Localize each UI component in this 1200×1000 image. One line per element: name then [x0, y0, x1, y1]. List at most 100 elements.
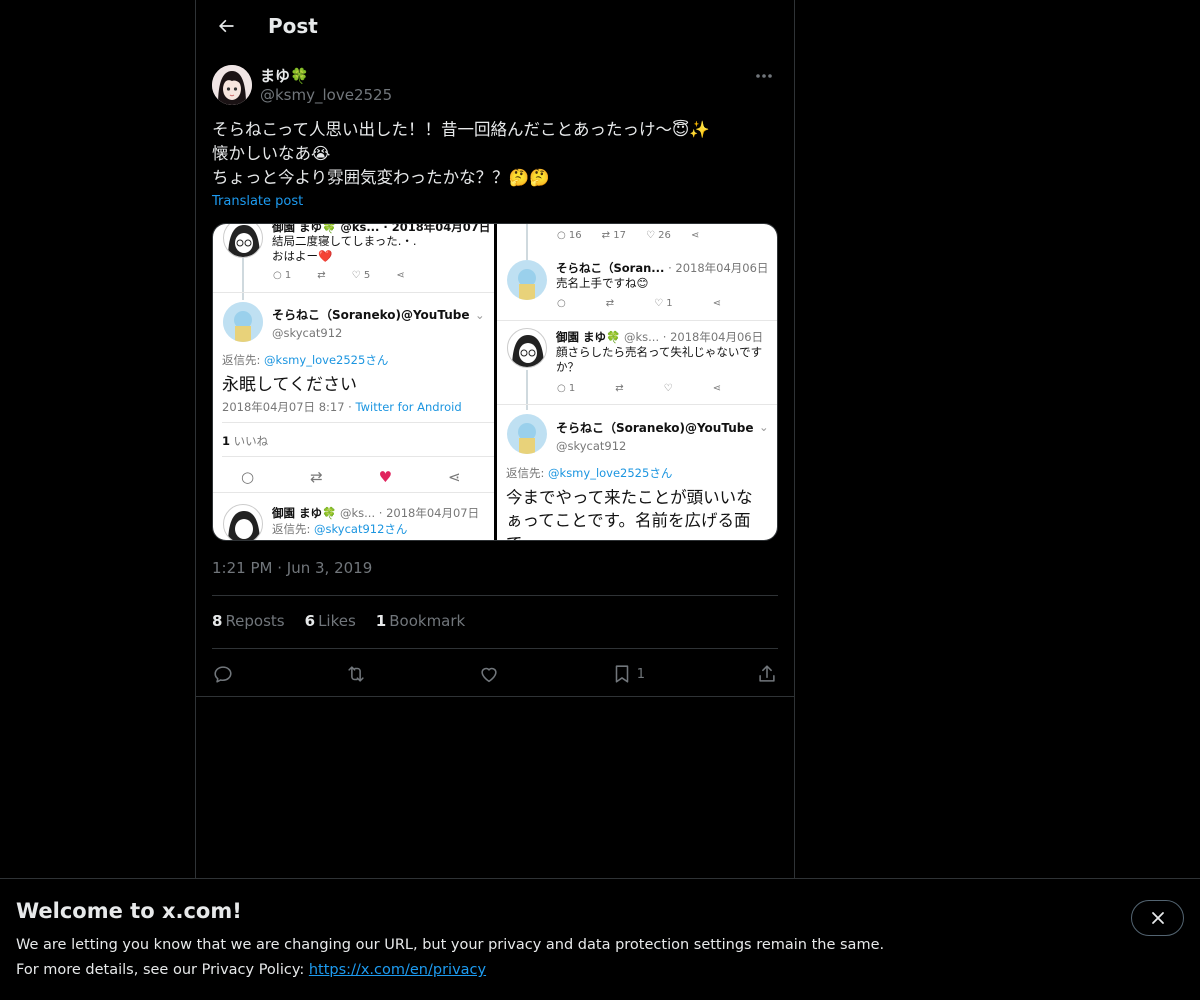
media-image-right[interactable]: ○ 16 ⇄ 17 ♡ 26 ⋖ そらねこ（Soran... · 2018年04… [497, 224, 777, 540]
tweet-text: 売名上手ですね😊 [556, 276, 649, 290]
share-button[interactable] [756, 663, 778, 685]
tweet-actions: ○ ⇄ ♡ 1 ⋖ [557, 298, 721, 309]
tweet-actions: ○ ⇄ ♥ ⋖ [241, 468, 461, 486]
repost-icon: ⇄ [317, 270, 326, 281]
back-button[interactable] [208, 8, 244, 44]
repost-icon: ⇄ 17 [601, 230, 626, 241]
chevron-down-icon: ⌄ [759, 420, 769, 434]
bookmarks-stat[interactable]: 1 Bookmark [376, 612, 465, 630]
mini-avatar [223, 504, 263, 540]
tweet-text: おはよー❤️ [272, 249, 333, 263]
repost-icon [348, 666, 364, 682]
divider [212, 648, 778, 649]
share-icon: ⋖ [448, 468, 461, 486]
arrow-left-icon [219, 19, 234, 33]
reply-to: 返信先: @skycat912さん [272, 522, 408, 536]
media-image-left[interactable]: 御園 まゆ🍀 @ks... · 2018年04月07日 結局二度寝してしまった.… [213, 224, 494, 540]
tweet-text: か？ [556, 360, 579, 374]
divider [497, 404, 777, 405]
divider [222, 456, 494, 457]
like-icon: ♡ [663, 383, 673, 394]
mini-avatar [507, 414, 547, 454]
welcome-banner: Welcome to x.com! We are letting you kno… [0, 878, 1200, 1000]
like-icon: ♡ 26 [645, 230, 671, 241]
reply-icon: ○ 1 [557, 383, 576, 394]
post-text-line: ちょっと今より雰囲気変わったかな？？🤔🤔 [212, 168, 550, 187]
tweet-handle: @skycat912 [556, 439, 627, 453]
reply-icon [214, 666, 232, 683]
reply-icon: ○ 1 [273, 270, 292, 281]
bookmark-icon [615, 665, 629, 683]
tweet-header: 御園 まゆ🍀 @ks... · 2018年04月06日 [556, 330, 764, 344]
bookmark-button[interactable]: 1 [611, 663, 645, 685]
share-icon: ⋖ [712, 298, 722, 309]
thread-line [526, 224, 528, 260]
tweet-date: 2018年04月07日 8:17 · Twitter for Android [222, 400, 462, 414]
privacy-policy-link[interactable]: https://x.com/en/privacy [309, 962, 486, 978]
tweet-main-text: 今までやって来たことが頭いいな [506, 488, 753, 507]
page-title: Post [268, 14, 318, 38]
avatar[interactable] [212, 65, 252, 105]
share-icon: ⋖ [396, 270, 405, 281]
like-icon: ♥ [378, 468, 393, 486]
post-media: 御園 まゆ🍀 @ks... · 2018年04月07日 結局二度寝してしまった.… [212, 223, 778, 541]
tweet-main-text: ぁってことです。名前を広げる面 [506, 511, 751, 530]
divider [213, 292, 494, 293]
like-icon [481, 667, 497, 683]
mini-avatar [507, 328, 547, 368]
tweet-main-text: 永眠してください [222, 375, 357, 395]
post-text-line: 懐かしいなあ😭 [212, 144, 331, 163]
author-handle[interactable]: @ksmy_love2525 [260, 86, 392, 104]
translate-post-link[interactable]: Translate post [212, 194, 303, 209]
share-icon [759, 665, 775, 682]
likes-stat[interactable]: 6 Likes [305, 612, 356, 630]
like-icon: ♡ 5 [351, 270, 371, 281]
reposts-stat[interactable]: 8 Reposts [212, 612, 285, 630]
close-banner-button[interactable] [1131, 900, 1184, 936]
tweet-actions: ○ 1 ⇄ ♡ 5 ⋖ [273, 270, 405, 281]
share-icon: ⋖ [690, 230, 700, 241]
like-button[interactable] [478, 663, 500, 685]
mini-avatar [223, 224, 263, 258]
tweet-header: そらねこ（Soran... · 2018年04月06日 [556, 261, 769, 275]
tweet-author: そらねこ（Soraneko)@YouTube [556, 421, 754, 435]
author-name[interactable]: まゆ🍀 [260, 65, 309, 86]
main-column: Post まゆ🍀 @ksmy_love2525 そらねこって人思い出した！！昔一… [195, 0, 795, 878]
tweet-author: そらねこ（Soraneko)@YouTube [272, 308, 470, 322]
more-button[interactable] [748, 64, 780, 88]
post-stats: 8 Reposts 6 Likes 1 Bookmark [212, 612, 465, 630]
reply-icon: ○ [557, 298, 566, 309]
tweet-text: 結局二度寝してしまった.・. [272, 234, 417, 248]
repost-icon: ⇄ [615, 383, 624, 394]
reply-icon: ○ 16 [557, 230, 582, 241]
like-icon: ♡ 1 [654, 298, 673, 309]
tweet-actions: ○ 1 ⇄ ♡ ⋖ [557, 383, 721, 394]
likes-row: 1 いいね [222, 434, 269, 448]
post-text: そらねこって人思い出した！！昔一回絡んだことあったっけ〜😇✨ 懐かしいなあ😭 ち… [212, 118, 780, 190]
divider [196, 696, 794, 697]
post-timestamp[interactable]: 1:21 PM · Jun 3, 2019 [212, 559, 372, 577]
repost-icon: ⇄ [310, 468, 323, 486]
reply-to: 返信先: @ksmy_love2525さん [506, 466, 673, 480]
reply-icon: ○ [241, 468, 255, 486]
bookmark-count: 1 [636, 666, 646, 682]
more-icon [756, 74, 772, 78]
repost-button[interactable] [345, 663, 367, 685]
reply-to: 返信先: @ksmy_love2525さん [222, 353, 389, 367]
mini-avatar [507, 260, 547, 300]
post-text-line: そらねこって人思い出した！！昔一回絡んだことあったっけ〜😇✨ [212, 120, 710, 139]
share-icon: ⋖ [712, 383, 722, 394]
post-actions: 1 [212, 658, 778, 690]
divider [497, 320, 777, 321]
reply-button[interactable] [212, 663, 234, 685]
page-header: Post [196, 0, 794, 53]
post-author: まゆ🍀 @ksmy_love2525 [212, 64, 780, 108]
repost-icon: ⇄ [605, 298, 615, 309]
tweet-handle: @skycat912 [272, 326, 343, 340]
tweet-main-text: で [506, 530, 523, 540]
divider [213, 492, 494, 493]
tweet-header: 御園 まゆ🍀 @ks... · 2018年04月07日 [272, 506, 480, 520]
tweet-text: 顔さらしたら売名って失礼じゃないです [556, 345, 763, 359]
banner-title: Welcome to x.com! [16, 899, 242, 923]
thread-line [242, 254, 244, 300]
